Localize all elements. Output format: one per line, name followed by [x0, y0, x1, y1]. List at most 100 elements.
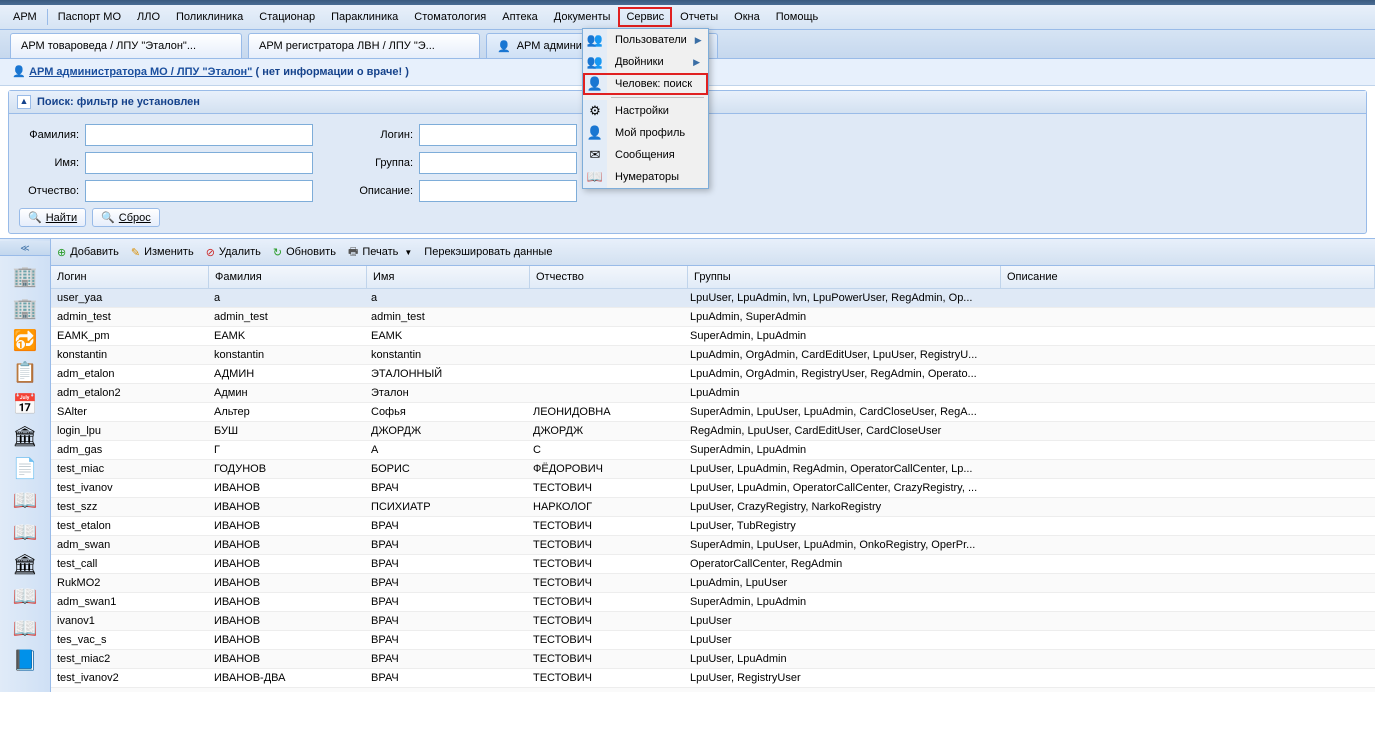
table-row[interactable]: EAMK_pmEAMKEAMKSuperAdmin, LpuAdmin — [51, 327, 1375, 346]
menu-Поликлиника[interactable]: Поликлиника — [168, 7, 251, 27]
sidebar-icon[interactable]: 🏛 — [8, 548, 42, 580]
sidebar-icon[interactable]: 📄 — [8, 452, 42, 484]
table-row[interactable]: SAlterАльтерСофьяЛЕОНИДОВНАSuperAdmin, L… — [51, 403, 1375, 422]
menu-Окна[interactable]: Окна — [726, 7, 768, 27]
menu-Сервис[interactable]: Сервис — [618, 7, 672, 27]
sidebar-icon[interactable]: 📖 — [8, 612, 42, 644]
table-row[interactable]: user_yaaaaLpuUser, LpuAdmin, lvn, LpuPow… — [51, 289, 1375, 308]
firstname-input[interactable] — [85, 152, 313, 174]
table-cell — [996, 593, 1375, 611]
print-button[interactable]: 🖶Печать▼ — [348, 243, 412, 262]
table-cell: SuperAdmin, LpuUser, LpuAdmin, OnkoRegis… — [684, 536, 996, 554]
table-cell: test_ivanov2 — [51, 669, 208, 687]
sidebar-icon[interactable]: 📅 — [8, 388, 42, 420]
table-cell: ИВАНОВ-ДВА — [208, 669, 365, 687]
menu-item[interactable]: ✉Сообщения — [583, 144, 708, 166]
column-header[interactable]: Логин — [51, 266, 209, 288]
table-cell — [996, 289, 1375, 307]
table-row[interactable]: test_szzИВАНОВПСИХИАТРНАРКОЛОГLpuUser, C… — [51, 498, 1375, 517]
table-row[interactable]: adm_etalon2АдминЭталонLpuAdmin — [51, 384, 1375, 403]
description-input[interactable] — [419, 180, 577, 202]
table-row[interactable]: test_callИВАНОВВРАЧТЕСТОВИЧOperatorCallC… — [51, 555, 1375, 574]
table-cell — [996, 669, 1375, 687]
sidebar-collapse[interactable]: ≪ — [0, 241, 50, 256]
menu-item[interactable]: ⚙Настройки — [583, 100, 708, 122]
table-row[interactable]: adm_swan1ИВАНОВВРАЧТЕСТОВИЧSuperAdmin, L… — [51, 593, 1375, 612]
menu-item[interactable]: 📖Нумераторы — [583, 166, 708, 188]
table-row[interactable]: adm_gasГАСSuperAdmin, LpuAdmin — [51, 441, 1375, 460]
table-cell: ВРАЧ — [365, 517, 527, 535]
sidebar-icon[interactable]: 📖 — [8, 580, 42, 612]
table-row[interactable]: adm_etalonАДМИНЭТАЛОННЫЙLpuAdmin, OrgAdm… — [51, 365, 1375, 384]
menu-Помощь[interactable]: Помощь — [768, 7, 827, 27]
menu-Стоматология[interactable]: Стоматология — [406, 7, 494, 27]
table-cell: ФЁДОРОВИЧ — [527, 460, 684, 478]
sidebar-icon[interactable]: 📋 — [8, 356, 42, 388]
add-button[interactable]: ⊕Добавить — [57, 246, 119, 259]
table-row[interactable]: test_miacГОДУНОВБОРИСФЁДОРОВИЧLpuUser, L… — [51, 460, 1375, 479]
table-cell: test_etalon — [51, 517, 208, 535]
login-input[interactable] — [419, 124, 577, 146]
menu-Стационар[interactable]: Стационар — [251, 7, 323, 27]
table-cell: ВРАЧ — [365, 612, 527, 630]
sidebar-icon[interactable]: 📖 — [8, 484, 42, 516]
table-row[interactable]: test_miac2ИВАНОВВРАЧТЕСТОВИЧLpuUser, Lpu… — [51, 650, 1375, 669]
column-header[interactable]: Фамилия — [209, 266, 367, 288]
column-header[interactable]: Группы — [688, 266, 1001, 288]
menu-Параклиника[interactable]: Параклиника — [323, 7, 406, 27]
table-row[interactable]: test_etalonИВАНОВВРАЧТЕСТОВИЧLpuUser, Tu… — [51, 517, 1375, 536]
tab[interactable]: АРМ товароведа / ЛПУ "Эталон"... — [10, 33, 242, 58]
menu-item-icon: 👤 — [586, 125, 604, 141]
menu-item[interactable]: 👥Двойники▶ — [583, 51, 708, 73]
sidebar-icon[interactable]: 🔂 — [8, 324, 42, 356]
menu-Аптека[interactable]: Аптека — [494, 7, 546, 27]
table-cell: ДЖОРДЖ — [365, 422, 527, 440]
menu-Документы[interactable]: Документы — [546, 7, 619, 27]
table-row[interactable]: tes_vac_sИВАНОВВРАЧТЕСТОВИЧLpuUser — [51, 631, 1375, 650]
table-row[interactable]: adm_swanИВАНОВВРАЧТЕСТОВИЧSuperAdmin, Lp… — [51, 536, 1375, 555]
collapse-icon[interactable]: ▲ — [17, 95, 31, 109]
delete-button[interactable]: ⊘Удалить — [206, 246, 261, 259]
lastname-input[interactable] — [85, 124, 313, 146]
patronymic-input[interactable] — [85, 180, 313, 202]
sidebar-icon[interactable]: 📖 — [8, 516, 42, 548]
menu-Паспорт МО[interactable]: Паспорт МО — [50, 7, 129, 27]
table-cell: LpuUser, LpuAdmin, OperatorCallCenter, C… — [684, 479, 996, 497]
table-row[interactable]: konstantinkonstantinkonstantinLpuAdmin, … — [51, 346, 1375, 365]
table-row[interactable]: ivanov1ИВАНОВВРАЧТЕСТОВИЧLpuUser — [51, 612, 1375, 631]
table-cell: ЭТАЛОННЫЙ — [365, 365, 527, 383]
tab[interactable]: АРМ регистратора ЛВН / ЛПУ "Э... — [248, 33, 480, 58]
edit-button[interactable]: ✎Изменить — [131, 246, 194, 259]
breadcrumb-link[interactable]: АРМ администратора МО / ЛПУ "Эталон" — [29, 66, 252, 78]
sidebar-icon[interactable]: 🏢 — [8, 260, 42, 292]
table-cell: LpuUser, LpuAdmin, lvn, LpuPowerUser, Re… — [684, 289, 996, 307]
group-input[interactable] — [419, 152, 577, 174]
table-row[interactable]: test_ivanovИВАНОВВРАЧТЕСТОВИЧLpuUser, Lp… — [51, 479, 1375, 498]
menu-ЛЛО[interactable]: ЛЛО — [129, 7, 168, 27]
sidebar-icon[interactable]: 🏛 — [8, 420, 42, 452]
column-header[interactable]: Описание — [1001, 266, 1375, 288]
recache-button[interactable]: Перекэшировать данные — [424, 246, 552, 258]
table-row[interactable]: test_ivanov2ИВАНОВ-ДВАВРАЧТЕСТОВИЧLpuUse… — [51, 669, 1375, 688]
table-row[interactable]: test_zubИВАНОВ-ДВАВРАЧТЕСТОВИЧLpuUser — [51, 688, 1375, 692]
refresh-button[interactable]: ↻Обновить — [273, 246, 336, 259]
table-cell: adm_swan — [51, 536, 208, 554]
sidebar-icon[interactable]: 📘 — [8, 644, 42, 676]
menu-Отчеты[interactable]: Отчеты — [672, 7, 726, 27]
find-button[interactable]: 🔍Найти — [19, 208, 86, 227]
table-row[interactable]: login_lpuБУШДЖОРДЖДЖОРДЖRegAdmin, LpuUse… — [51, 422, 1375, 441]
menu-item[interactable]: 👤Мой профиль — [583, 122, 708, 144]
menu-item[interactable]: 👤Человек: поиск — [583, 73, 708, 95]
menu-item[interactable]: 👥Пользователи▶ — [583, 29, 708, 51]
table-row[interactable]: admin_testadmin_testadmin_testLpuAdmin, … — [51, 308, 1375, 327]
reset-button[interactable]: 🔍Сброс — [92, 208, 160, 227]
table-cell — [527, 289, 684, 307]
sidebar-icon[interactable]: 🏢 — [8, 292, 42, 324]
table-cell: test_ivanov — [51, 479, 208, 497]
table-cell: ВРАЧ — [365, 555, 527, 573]
column-header[interactable]: Отчество — [530, 266, 688, 288]
submenu-arrow-icon: ▶ — [695, 35, 702, 46]
column-header[interactable]: Имя — [367, 266, 530, 288]
table-row[interactable]: RukMO2ИВАНОВВРАЧТЕСТОВИЧLpuAdmin, LpuUse… — [51, 574, 1375, 593]
menu-АРМ[interactable]: АРМ — [5, 7, 45, 27]
